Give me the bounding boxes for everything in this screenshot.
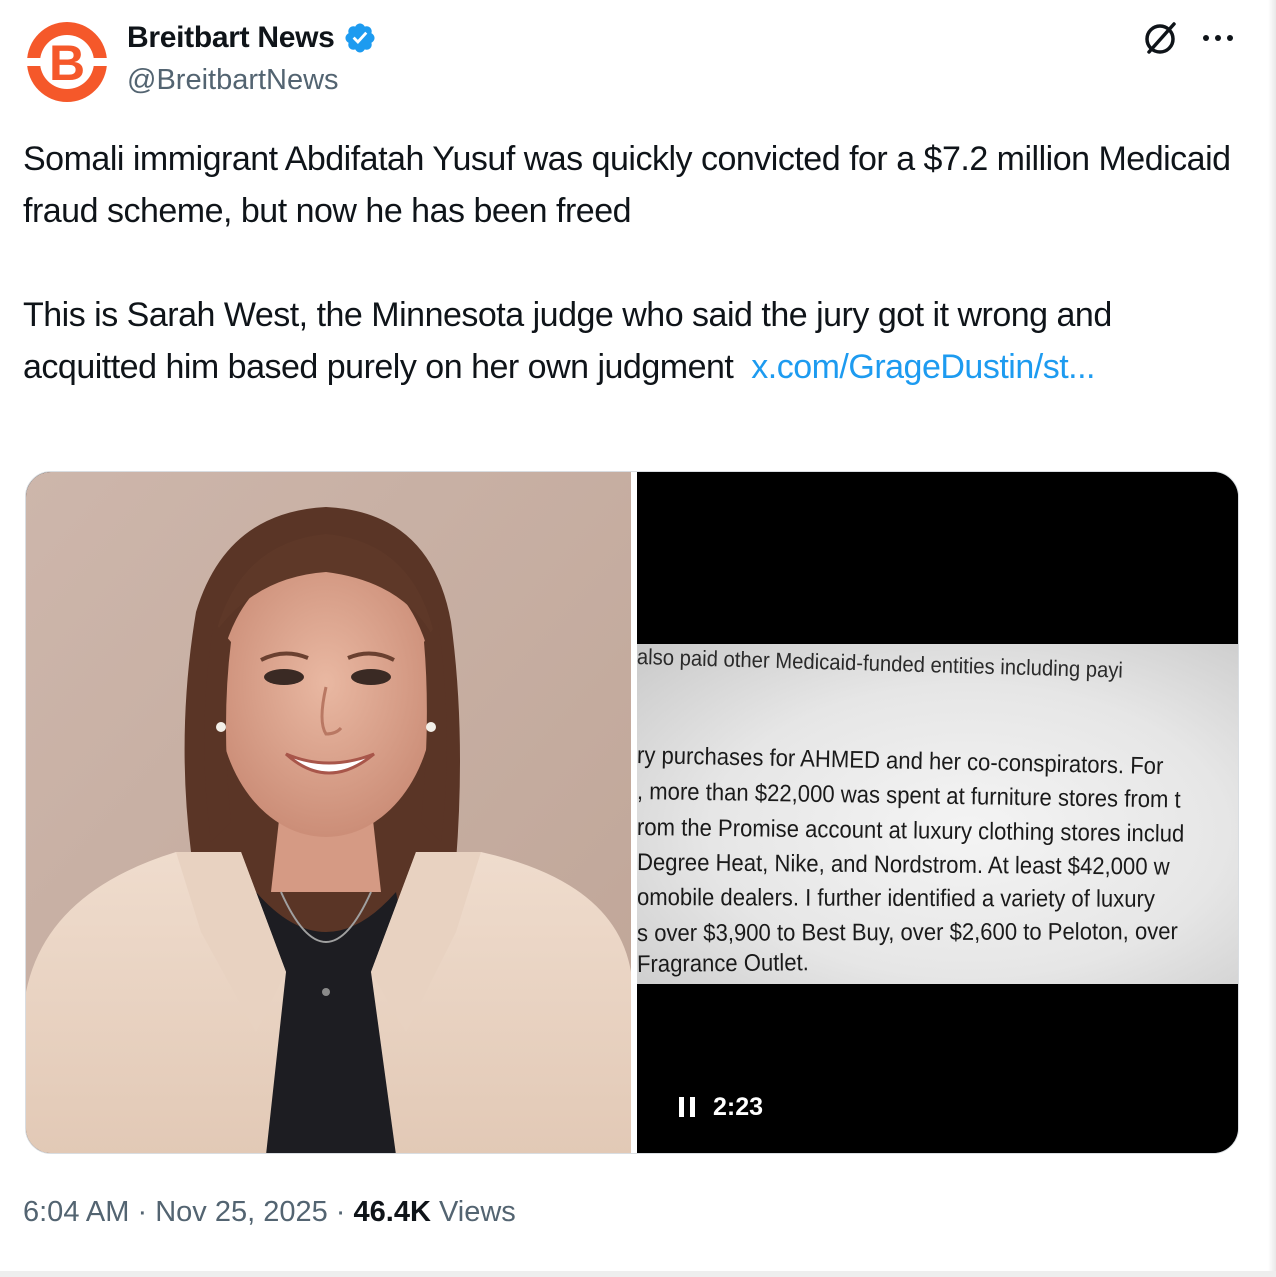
display-name[interactable]: Breitbart News	[127, 18, 377, 58]
judge-photo[interactable]	[26, 472, 631, 1153]
tweet-date[interactable]: Nov 25, 2025	[155, 1196, 328, 1228]
meta-separator: ·	[335, 1196, 346, 1228]
display-name-text[interactable]: Breitbart News	[127, 18, 335, 58]
views-count[interactable]: 46.4K	[354, 1196, 431, 1228]
tweet-link[interactable]: x.com/​GrageDustin/st...	[751, 348, 1095, 386]
tweet-time[interactable]: 6:04 AM	[23, 1196, 129, 1228]
tweet-meta: 6:04 AM · Nov 25, 2025 · 46.4K Views	[23, 1191, 516, 1233]
grok-slash-circle-icon[interactable]	[1140, 18, 1180, 58]
tweet-paragraph-1: Somali immigrant Abdifatah Yusuf was qui…	[23, 140, 1231, 230]
tweet-paragraph-2: This is Sarah West, the Minnesota judge …	[23, 289, 1233, 393]
media-grid: also paid other Medicaid-funded entities…	[25, 471, 1239, 1154]
document-line: Fragrance Outlet.	[637, 949, 809, 978]
views-label: Views	[438, 1196, 516, 1228]
video-player[interactable]: also paid other Medicaid-funded entities…	[637, 472, 1238, 1153]
verified-badge-icon	[345, 23, 375, 53]
pause-icon[interactable]	[677, 1095, 699, 1119]
document-line: also paid other Medicaid-funded entities…	[637, 644, 1124, 683]
document-line: , more than $22,000 was spent at furnitu…	[637, 778, 1181, 814]
document-line: rom the Promise account at luxury clothi…	[637, 814, 1185, 848]
document-line: ry purchases for AHMED and her co-conspi…	[637, 742, 1164, 781]
document-line: Degree Heat, Nike, and Nordstrom. At lea…	[637, 849, 1170, 881]
document-line: s over $3,900 to Best Buy, over $2,600 t…	[637, 918, 1178, 947]
avatar[interactable]: B	[23, 18, 111, 106]
tweet-text: Somali immigrant Abdifatah Yusuf was qui…	[23, 133, 1233, 393]
avatar-letter: B	[49, 35, 85, 91]
document-line: omobile dealers. I further identified a …	[637, 884, 1155, 913]
more-horizontal-icon[interactable]	[1198, 20, 1238, 56]
document-frame: also paid other Medicaid-funded entities…	[637, 644, 1238, 984]
video-time: 2:23	[713, 1093, 764, 1121]
account-handle[interactable]: @BreitbartNews	[127, 60, 339, 100]
tweet-card: B Breitbart News @BreitbartNews Somali i…	[0, 0, 1276, 1277]
meta-separator: ·	[137, 1196, 148, 1228]
breitbart-logo-icon: B	[27, 22, 107, 102]
